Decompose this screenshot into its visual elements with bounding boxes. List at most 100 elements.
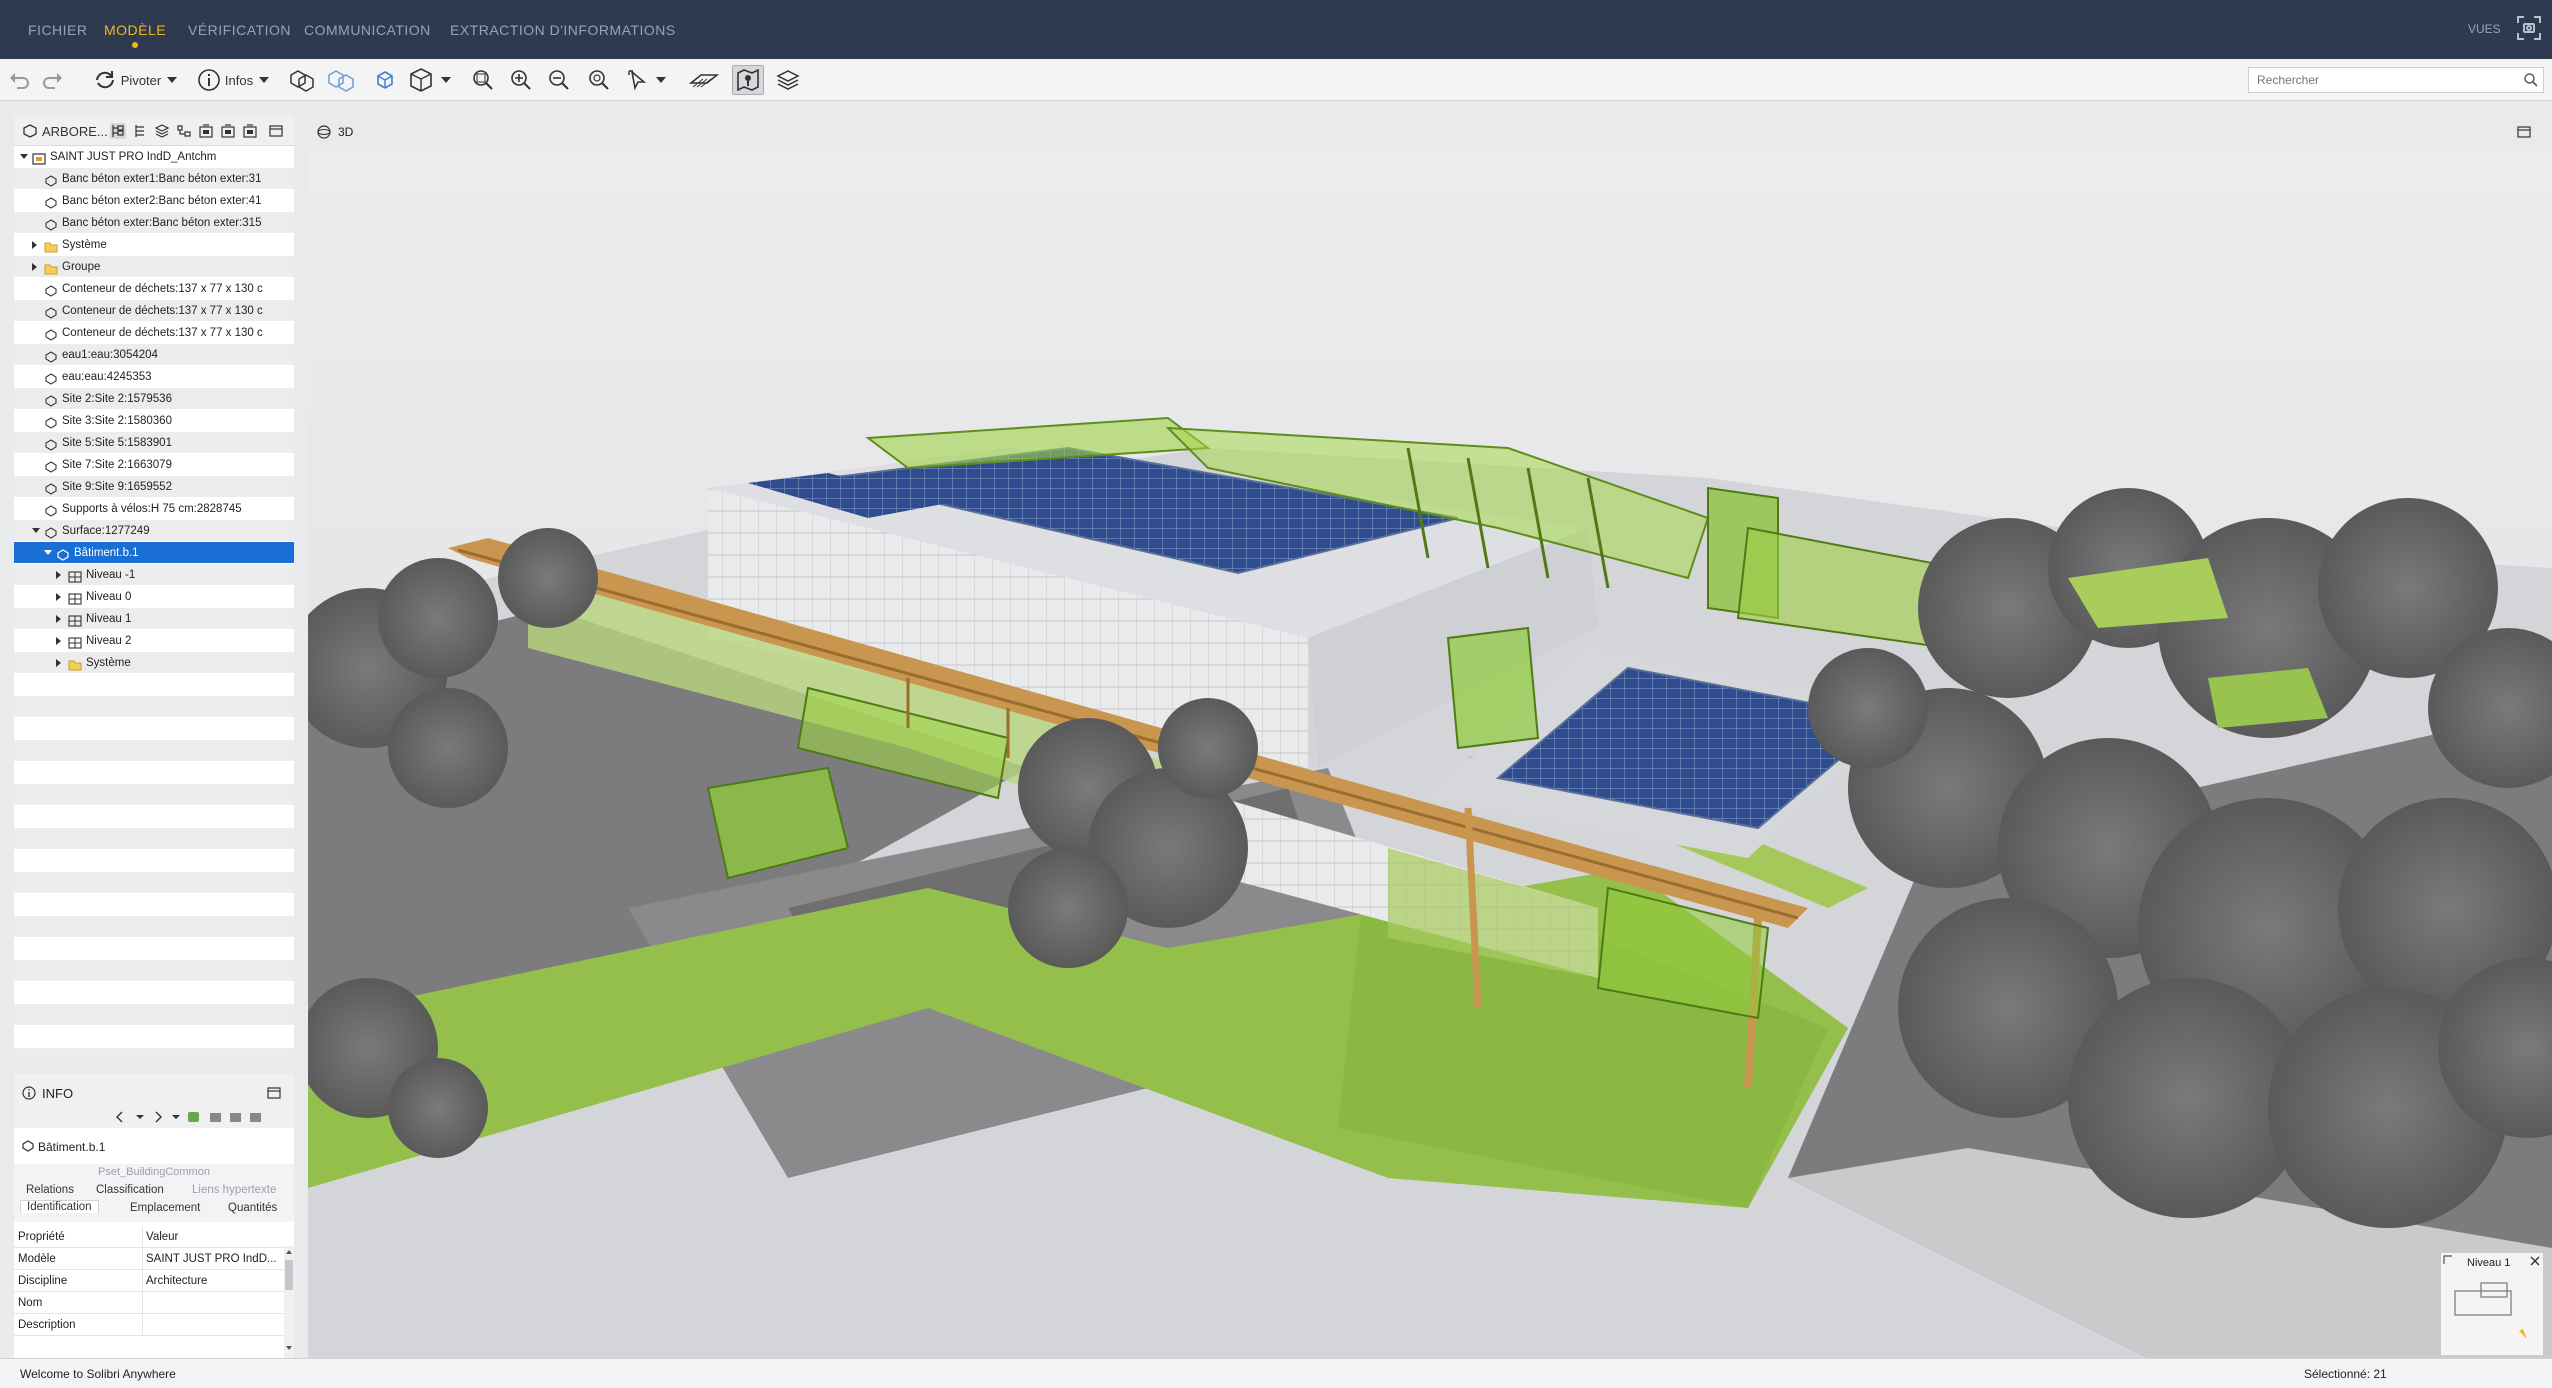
object-icon xyxy=(44,459,58,473)
tree-row[interactable]: eau1:eau:3054204 xyxy=(14,344,294,366)
search-input[interactable] xyxy=(2249,68,2509,92)
tree-row[interactable]: Groupe xyxy=(14,256,294,278)
group-c-icon[interactable] xyxy=(242,123,258,139)
collapsed-arrow-icon[interactable] xyxy=(56,615,61,623)
isolate-icon[interactable] xyxy=(324,65,358,95)
tab-relations[interactable]: Relations xyxy=(26,1184,74,1196)
empty-tree-row xyxy=(14,674,294,696)
tree-row[interactable]: Conteneur de déchets:137 x 77 x 130 c xyxy=(14,322,294,344)
tree-row[interactable]: Niveau 2 xyxy=(14,630,294,652)
table-row[interactable]: Discipline Architecture xyxy=(14,1270,284,1292)
tree-row[interactable]: Bâtiment.b.1 xyxy=(14,542,294,564)
rotate-button[interactable]: Pivoter xyxy=(88,65,182,95)
menu-extraction[interactable]: EXTRACTION D'INFORMATIONS xyxy=(450,22,676,38)
collapsed-arrow-icon[interactable] xyxy=(56,637,61,645)
tab-emplacement[interactable]: Emplacement xyxy=(130,1202,200,1214)
tree-row-label: Niveau 1 xyxy=(86,613,132,625)
tree-row[interactable]: Conteneur de déchets:137 x 77 x 130 c xyxy=(14,278,294,300)
tree-row[interactable]: Site 3:Site 2:1580360 xyxy=(14,410,294,432)
empty-tree-row xyxy=(14,740,294,762)
tab-classification[interactable]: Classification xyxy=(96,1184,164,1196)
tree-row-label: Conteneur de déchets:137 x 77 x 130 c xyxy=(62,283,263,295)
tab-identification[interactable]: Identification xyxy=(20,1200,99,1213)
tree-row[interactable]: Banc béton exter2:Banc béton exter:41 xyxy=(14,190,294,212)
menu-vues[interactable]: VUES xyxy=(2468,22,2501,36)
menu-communication[interactable]: COMMUNICATION xyxy=(304,22,431,38)
pset-label[interactable]: Pset_BuildingCommon xyxy=(14,1166,294,1178)
zoom-selection-icon[interactable] xyxy=(586,65,612,95)
property-scrollbar[interactable] xyxy=(284,1246,294,1358)
view-cube-button[interactable] xyxy=(402,65,456,95)
tree-row[interactable]: eau:eau:4245353 xyxy=(14,366,294,388)
camera-icon[interactable] xyxy=(2516,15,2542,41)
tree-row[interactable]: SAINT JUST PRO IndD_Antchm xyxy=(14,146,294,168)
expanded-arrow-icon[interactable] xyxy=(44,550,52,555)
tree-row[interactable]: Niveau 0 xyxy=(14,586,294,608)
zoom-in-icon[interactable] xyxy=(508,65,534,95)
tab-quantites[interactable]: Quantités xyxy=(228,1202,277,1214)
group-a-icon[interactable] xyxy=(198,123,214,139)
tree-row[interactable]: Surface:1277249 xyxy=(14,520,294,542)
collapsed-arrow-icon[interactable] xyxy=(56,571,61,579)
redo-icon[interactable] xyxy=(40,65,66,95)
3d-viewport[interactable]: Niveau 1 xyxy=(308,148,2552,1358)
menu-verification[interactable]: VÉRIFICATION xyxy=(188,22,291,38)
stack-icon[interactable] xyxy=(154,123,170,139)
group-b-icon[interactable] xyxy=(220,123,236,139)
forward-icon xyxy=(155,1111,162,1123)
search-icon[interactable] xyxy=(2523,72,2539,93)
tree-row[interactable]: Système xyxy=(14,652,294,674)
tree-row[interactable]: Site 7:Site 2:1663079 xyxy=(14,454,294,476)
tree-row[interactable]: Supports à vélos:H 75 cm:2828745 xyxy=(14,498,294,520)
floor-plan-icon[interactable] xyxy=(732,65,764,95)
column-header-value[interactable]: Valeur xyxy=(146,1226,276,1248)
select-tool-button[interactable] xyxy=(622,65,670,95)
tree-row[interactable]: Banc béton exter1:Banc béton exter:31 xyxy=(14,168,294,190)
tree-row[interactable]: Site 5:Site 5:1583901 xyxy=(14,432,294,454)
maximize-panel-icon[interactable] xyxy=(268,123,284,139)
menu-modele[interactable]: MODÈLE xyxy=(104,22,166,48)
hierarchy-icon[interactable] xyxy=(110,123,126,139)
table-row[interactable]: Nom xyxy=(14,1292,284,1314)
cube-blue-icon[interactable] xyxy=(372,65,398,95)
layers-icon[interactable] xyxy=(772,65,804,95)
collapsed-arrow-icon[interactable] xyxy=(32,241,37,249)
tree-row[interactable]: Conteneur de déchets:137 x 77 x 130 c xyxy=(14,300,294,322)
tree-row[interactable]: Système xyxy=(14,234,294,256)
table-row[interactable]: Description xyxy=(14,1314,284,1336)
building-model-render xyxy=(308,148,2552,1358)
show-all-icon[interactable] xyxy=(286,65,316,95)
section-plane-icon[interactable] xyxy=(688,65,720,95)
empty-tree-row xyxy=(14,1026,294,1048)
tree-row[interactable]: Niveau -1 xyxy=(14,564,294,586)
expanded-arrow-icon[interactable] xyxy=(20,154,28,159)
table-row[interactable]: Modèle SAINT JUST PRO IndD... xyxy=(14,1248,284,1270)
list-icon[interactable] xyxy=(132,123,148,139)
collapsed-arrow-icon[interactable] xyxy=(56,593,61,601)
empty-tree-row xyxy=(14,850,294,872)
maximize-view-icon[interactable] xyxy=(2516,124,2532,145)
status-message: Welcome to Solibri Anywhere xyxy=(20,1367,176,1381)
menu-fichier[interactable]: FICHIER xyxy=(28,22,88,38)
minimap[interactable]: Niveau 1 xyxy=(2440,1252,2544,1356)
tree-row[interactable]: Banc béton exter:Banc béton exter:315 xyxy=(14,212,294,234)
expanded-arrow-icon[interactable] xyxy=(32,528,40,533)
tree-row-label: Système xyxy=(86,657,131,669)
collapsed-arrow-icon[interactable] xyxy=(32,263,37,271)
empty-tree-row xyxy=(14,960,294,982)
zoom-out-icon[interactable] xyxy=(546,65,572,95)
view-title: 3D xyxy=(338,125,354,139)
info-button[interactable]: Infos xyxy=(192,65,274,95)
column-header-property[interactable]: Propriété xyxy=(18,1226,142,1248)
classification-icon[interactable] xyxy=(176,123,192,139)
collapsed-arrow-icon[interactable] xyxy=(56,659,61,667)
object-icon xyxy=(44,393,58,407)
tree-row[interactable]: Niveau 1 xyxy=(14,608,294,630)
maximize-info-icon[interactable] xyxy=(266,1085,282,1106)
tree-row[interactable]: Site 9:Site 9:1659552 xyxy=(14,476,294,498)
tree-row[interactable]: Site 2:Site 2:1579536 xyxy=(14,388,294,410)
info-label: Infos xyxy=(224,72,254,88)
undo-icon[interactable] xyxy=(6,65,32,95)
tab-hyperlinks[interactable]: Liens hypertexte xyxy=(192,1184,276,1196)
zoom-fit-icon[interactable] xyxy=(470,65,496,95)
